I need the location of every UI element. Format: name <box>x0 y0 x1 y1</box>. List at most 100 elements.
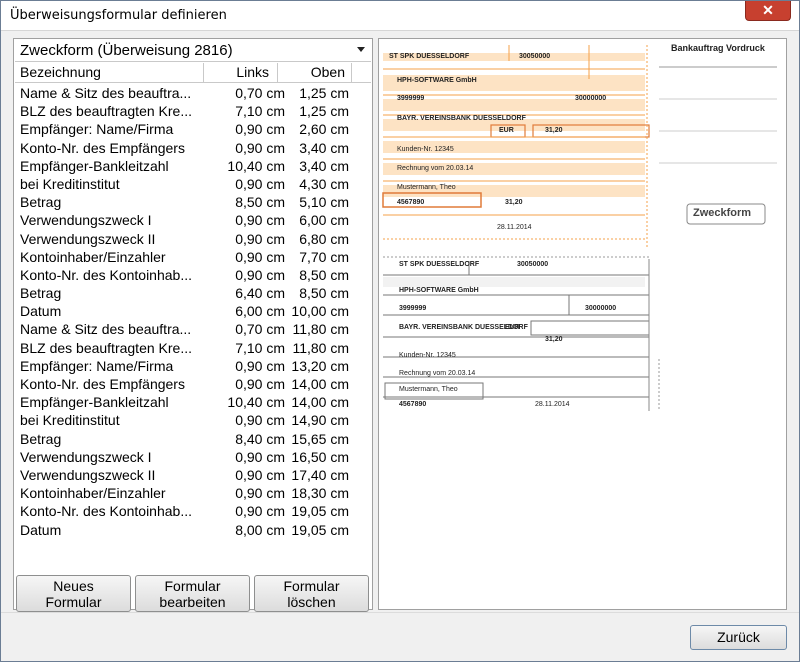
field-oben-cell: 17,40 cm <box>291 466 349 483</box>
table-row[interactable]: Datum 6,00 cm 10,00 cm <box>15 303 371 321</box>
form-type-dropdown[interactable]: Zweckform (Überweisung 2816) <box>15 40 371 62</box>
table-row[interactable]: Empfänger: Name/Firma 0,90 cm 2,60 cm <box>15 121 371 139</box>
field-links-cell: 6,00 cm <box>235 303 285 320</box>
table-row[interactable]: BLZ des beauftragten Kre... 7,10 cm 1,25 c… <box>15 103 371 121</box>
new-form-button[interactable]: Neues Formular <box>16 575 131 612</box>
window-title: Überweisungsformular definieren <box>10 8 227 23</box>
table-row[interactable]: Kontoinhaber/Einzahler 0,90 cm 7,70 cm <box>15 249 371 267</box>
field-name-cell: BLZ des beauftragten Kre... <box>20 339 192 356</box>
field-name-cell: Verwendungszweck I <box>20 448 152 465</box>
table-row[interactable]: Empfänger-Bankleitzahl 10,40 cm 14,00 cm <box>15 394 371 412</box>
preview-upper-purpose2: Rechnung vom 20.03.14 <box>397 165 474 172</box>
table-row[interactable]: Datum 8,00 cm 19,05 cm <box>15 522 371 540</box>
table-row[interactable]: Name & Sitz des beauftra... 0,70 cm 11,80 … <box>15 321 371 339</box>
preview-lower-purpose2: Rechnung vom 20.03.14 <box>399 370 476 377</box>
table-row[interactable]: Konto-Nr. des Kontoinhab... 0,90 cm 8,50 c… <box>15 267 371 285</box>
close-button[interactable]: ✕ <box>745 1 791 21</box>
table-row[interactable]: Konto-Nr. des Empfängers 0,90 cm 14,00 cm <box>15 376 371 394</box>
field-oben-cell: 3,40 cm <box>299 139 349 156</box>
preview-lower-purpose1: Kunden-Nr. 12345 <box>399 352 456 359</box>
column-header-name[interactable]: Bezeichnung <box>20 64 101 82</box>
field-oben-cell: 10,00 cm <box>291 303 349 320</box>
preview-brand-logo: Zweckform <box>693 207 752 219</box>
field-name-cell: Konto-Nr. des Empfängers <box>20 376 185 392</box>
table-header: Bezeichnung Links Oben <box>15 63 371 83</box>
column-divider[interactable] <box>351 63 352 83</box>
edit-form-button-line2: bearbeiten <box>159 594 226 610</box>
column-header-links[interactable]: Links <box>205 64 269 82</box>
column-header-oben[interactable]: Oben <box>279 64 345 82</box>
preview-upper-payer-account: 4567890 <box>397 199 425 206</box>
field-oben-cell: 2,60 cm <box>299 121 349 138</box>
footer-bar: Zurück <box>1 613 799 661</box>
field-oben-cell: 6,00 cm <box>299 212 349 229</box>
table-row[interactable]: Empfänger-Bankleitzahl 10,40 cm 3,40 cm <box>15 158 371 176</box>
field-oben-cell: 11,80 cm <box>292 339 349 356</box>
preview-upper-bank-blz: 30050000 <box>519 53 551 60</box>
field-name-cell: Konto-Nr. des Empfängers <box>20 139 185 156</box>
table-row[interactable]: Betrag 8,50 cm 5,10 cm <box>15 194 371 212</box>
field-oben-cell: 14,00 cm <box>291 376 349 392</box>
preview-upper-payer-amount: 31,20 <box>505 199 523 206</box>
table-row[interactable]: Verwendungszweck I 0,90 cm 6,00 cm <box>15 212 371 230</box>
chevron-down-icon[interactable] <box>357 47 365 52</box>
table-row[interactable]: Name & Sitz des beauftra... 0,70 cm 1,25 c… <box>15 85 371 103</box>
field-oben-cell: 5,10 cm <box>299 194 349 211</box>
preview-upper-recipient-blz: 30000000 <box>575 95 607 102</box>
table-row[interactable]: bei Kreditinstitut 0,90 cm 4,30 cm <box>15 176 371 194</box>
field-name-cell: Name & Sitz des beauftra... <box>20 85 192 101</box>
field-oben-cell: 14,00 cm <box>291 394 349 411</box>
back-button[interactable]: Zurück <box>690 625 787 650</box>
preview-lower-recipient: HPH-SOFTWARE GmbH <box>399 287 479 294</box>
field-oben-cell: 8,50 cm <box>299 285 349 302</box>
field-oben-cell: 6,80 cm <box>299 230 349 247</box>
table-row[interactable]: Verwendungszweck I 0,90 cm 16,50 cm <box>15 449 371 467</box>
table-row[interactable]: Betrag 6,40 cm 8,50 cm <box>15 285 371 303</box>
delete-form-button-line2: löschen <box>287 594 336 610</box>
preview-upper-date: 28.11.2014 <box>497 224 532 231</box>
preview-lower-account: 3999999 <box>399 305 427 312</box>
preview-upper-purpose1: Kunden-Nr. 12345 <box>397 146 454 153</box>
field-name-cell: Empfänger-Bankleitzahl <box>20 157 169 174</box>
field-links-cell: 0,90 cm <box>235 466 285 483</box>
field-name-cell: Datum <box>20 303 62 320</box>
field-name-cell: BLZ des beauftragten Kre... <box>20 103 192 120</box>
preview-lower-payer: Mustermann, Theo <box>399 386 458 393</box>
table-row[interactable]: Kontoinhaber/Einzahler 0,90 cm 18,30 cm <box>15 485 371 503</box>
field-links-cell: 0,90 cm <box>235 139 285 156</box>
preview-upper-bank-name: ST SPK DUESSELDORF <box>389 53 470 60</box>
field-name-cell: Datum <box>20 521 62 538</box>
table-row[interactable]: Empfänger: Name/Firma 0,90 cm 13,20 cm <box>15 358 371 376</box>
field-oben-cell: 3,40 cm <box>299 157 349 174</box>
table-row[interactable]: Verwendungszweck II 0,90 cm 6,80 cm <box>15 231 371 249</box>
column-divider[interactable] <box>277 63 278 83</box>
field-oben-cell: 13,20 cm <box>291 357 349 374</box>
field-name-cell: Empfänger-Bankleitzahl <box>20 394 169 411</box>
field-oben-cell: 1,25 cm <box>299 85 349 101</box>
preview-side-title: Bankauftrag Vordruck <box>671 43 765 53</box>
field-links-cell: 0,90 cm <box>235 175 285 192</box>
column-divider[interactable] <box>203 63 204 83</box>
table-row[interactable]: bei Kreditinstitut 0,90 cm 14,90 cm <box>15 412 371 430</box>
table-row[interactable]: Betrag 8,40 cm 15,65 cm <box>15 431 371 449</box>
field-oben-cell: 11,80 cm <box>292 321 349 338</box>
preview-lower-payer-account: 4567890 <box>399 401 427 408</box>
field-oben-cell: 15,65 cm <box>291 430 349 447</box>
field-name-cell: Empfänger: Name/Firma <box>20 357 174 374</box>
table-row[interactable]: Konto-Nr. des Kontoinhab... 0,90 cm 19,05 … <box>15 503 371 521</box>
close-icon: ✕ <box>762 2 774 18</box>
edit-form-button[interactable]: Formular bearbeiten <box>135 575 250 612</box>
field-name-cell: Kontoinhaber/Einzahler <box>20 248 166 265</box>
table-row[interactable]: Verwendungszweck II 0,90 cm 17,40 cm <box>15 467 371 485</box>
dialog-body: Zweckform (Überweisung 2816) Bezeichnung… <box>1 32 799 661</box>
field-links-cell: 0,90 cm <box>235 121 285 138</box>
field-name-cell: Empfänger: Name/Firma <box>20 121 174 138</box>
preview-lower-date: 28.11.2014 <box>535 401 570 408</box>
table-row[interactable]: BLZ des beauftragten Kre... 7,10 cm 11,80 … <box>15 340 371 358</box>
delete-form-button[interactable]: Formular löschen <box>254 575 369 612</box>
field-links-cell: 6,40 cm <box>235 285 285 302</box>
field-name-cell: Kontoinhaber/Einzahler <box>20 485 166 502</box>
field-links-cell: 7,10 cm <box>235 339 285 356</box>
preview-lower-recipient-blz: 30000000 <box>585 305 617 312</box>
table-row[interactable]: Konto-Nr. des Empfängers 0,90 cm 3,40 cm <box>15 140 371 158</box>
